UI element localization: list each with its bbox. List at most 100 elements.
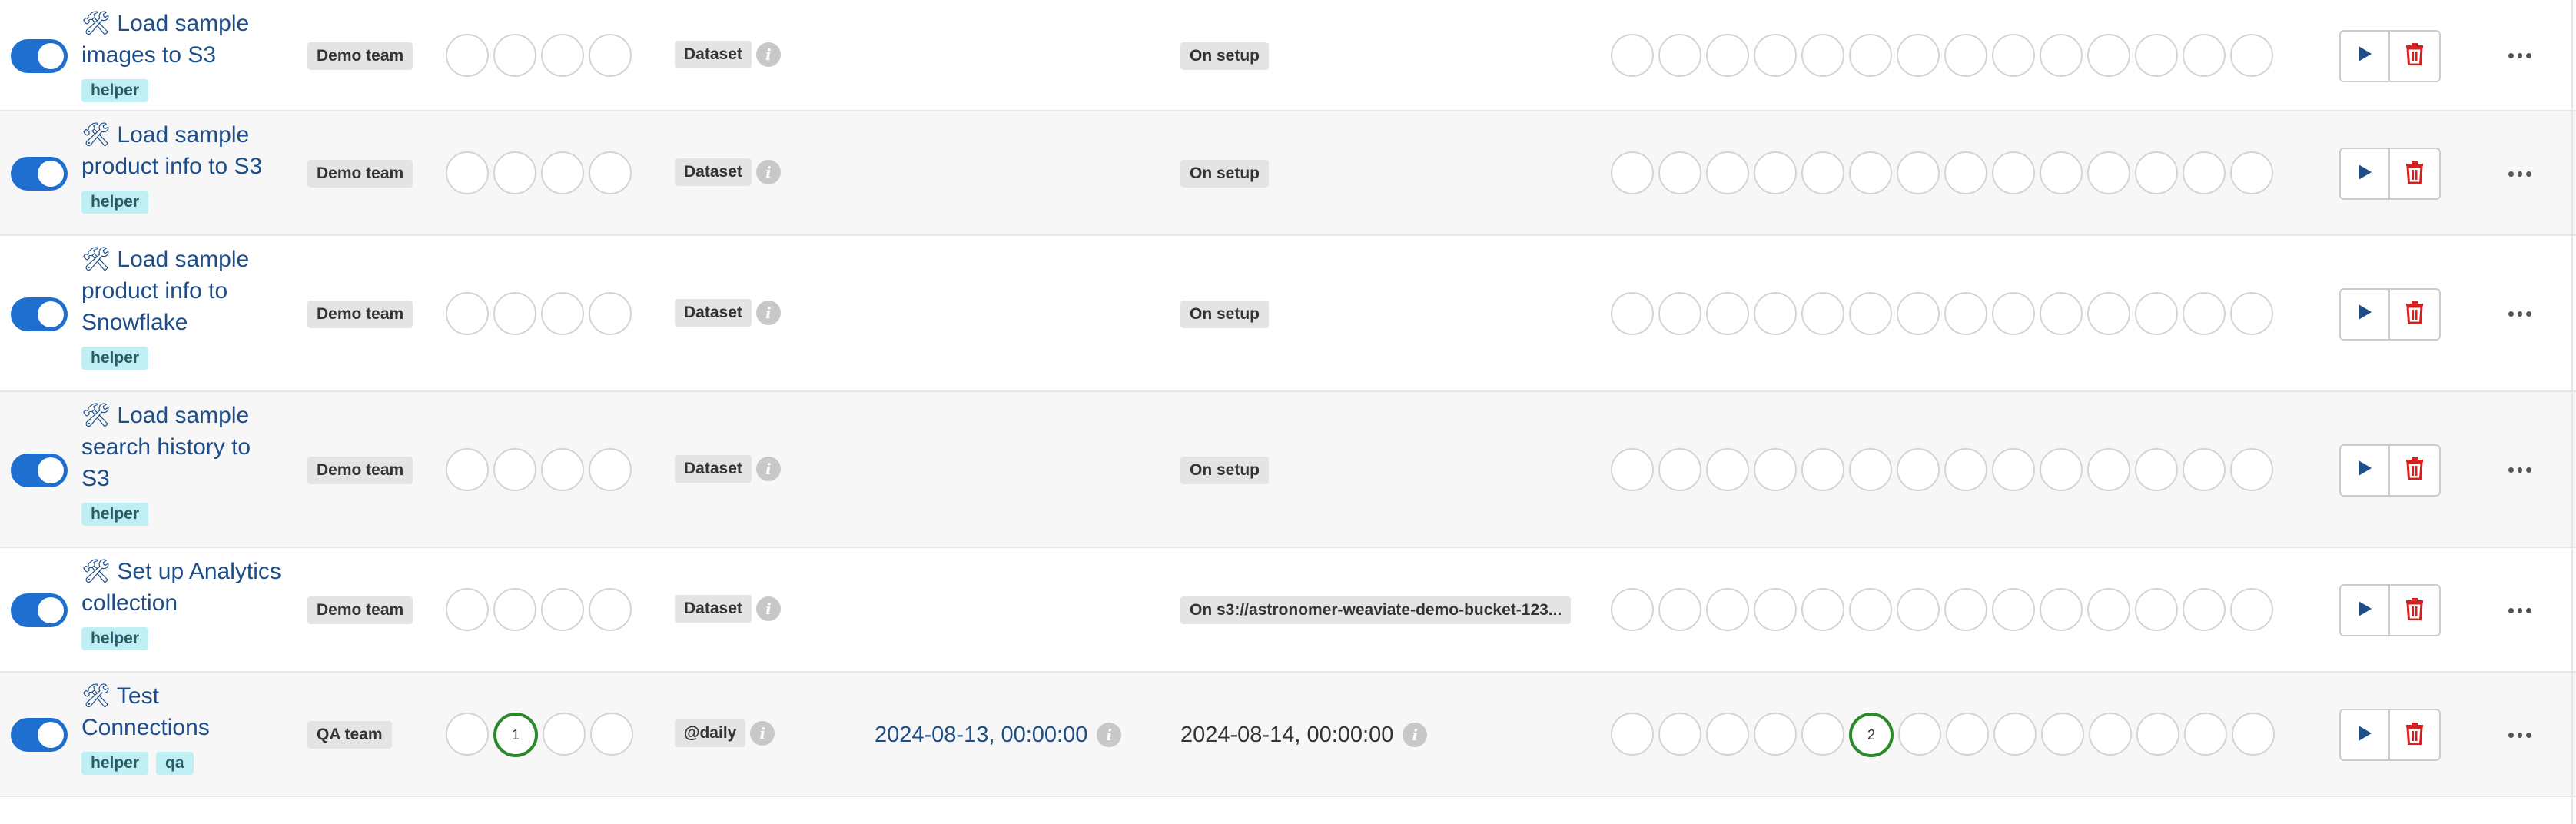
dag-toggle[interactable]	[11, 157, 68, 191]
info-icon[interactable]: i	[750, 721, 775, 746]
task-status-circle[interactable]	[1658, 447, 1701, 491]
more-horizontal-icon[interactable]	[2508, 731, 2532, 739]
task-status-circle[interactable]: 2	[1849, 713, 1894, 757]
task-status-circle[interactable]	[1611, 447, 1654, 491]
task-status-circle[interactable]	[1658, 588, 1701, 631]
run-status-circle[interactable]	[589, 588, 632, 631]
task-status-circle[interactable]	[2087, 33, 2130, 77]
task-status-circle[interactable]	[2087, 588, 2130, 631]
run-status-circle[interactable]	[446, 151, 489, 194]
info-icon[interactable]: i	[755, 160, 781, 184]
task-status-circle[interactable]	[1658, 713, 1701, 756]
task-status-circle[interactable]	[2230, 33, 2273, 77]
run-status-circle[interactable]	[446, 33, 489, 77]
tag-badge[interactable]: helper	[81, 627, 149, 650]
task-status-circle[interactable]	[1611, 151, 1654, 194]
delete-dag-button[interactable]	[2390, 148, 2441, 200]
task-status-circle[interactable]	[1706, 151, 1749, 194]
tag-badge[interactable]: helper	[81, 191, 149, 214]
task-status-circle[interactable]	[2087, 447, 2130, 491]
task-status-circle[interactable]	[2087, 151, 2130, 194]
task-status-circle[interactable]	[1944, 447, 1987, 491]
task-status-circle[interactable]	[1611, 33, 1654, 77]
task-status-circle[interactable]	[2135, 447, 2178, 491]
task-status-circle[interactable]	[1944, 33, 1987, 77]
task-status-circle[interactable]	[1706, 588, 1749, 631]
trigger-dag-button[interactable]	[2339, 287, 2390, 341]
more-horizontal-icon[interactable]	[2508, 52, 2532, 60]
scrollbar-track[interactable]	[2571, 0, 2573, 824]
run-status-circle[interactable]	[493, 33, 536, 77]
trigger-dag-button[interactable]	[2339, 29, 2390, 82]
tag-badge[interactable]: helper	[81, 79, 149, 102]
task-status-circle[interactable]	[2230, 447, 2273, 491]
trigger-dag-button[interactable]	[2339, 444, 2390, 497]
run-status-circle[interactable]	[543, 713, 586, 756]
task-status-circle[interactable]	[1801, 588, 1844, 631]
owner-badge[interactable]: Demo team	[307, 456, 413, 484]
tag-badge[interactable]: qa	[156, 752, 194, 775]
owner-badge[interactable]: Demo team	[307, 596, 413, 624]
task-status-circle[interactable]	[1897, 291, 1940, 335]
run-status-circle[interactable]	[541, 447, 584, 491]
more-horizontal-icon[interactable]	[2508, 606, 2532, 614]
dag-toggle[interactable]	[11, 453, 68, 487]
task-status-circle[interactable]	[1801, 151, 1844, 194]
run-status-circle[interactable]	[589, 151, 632, 194]
task-status-circle[interactable]	[1801, 713, 1844, 756]
dag-name-link[interactable]: 🛠 Load sample product info to S3 helper	[81, 119, 304, 215]
owner-badge[interactable]: Demo team	[307, 300, 413, 328]
info-icon[interactable]: i	[755, 300, 781, 325]
task-status-circle[interactable]	[2183, 447, 2226, 491]
task-status-circle[interactable]	[2041, 713, 2084, 756]
task-status-circle[interactable]	[1897, 447, 1940, 491]
task-status-circle[interactable]	[2040, 447, 2083, 491]
task-status-circle[interactable]	[1611, 291, 1654, 335]
task-status-circle[interactable]	[2230, 151, 2273, 194]
info-icon[interactable]: i	[755, 596, 781, 621]
task-status-circle[interactable]	[2040, 151, 2083, 194]
trigger-dag-button[interactable]	[2339, 584, 2390, 636]
task-status-circle[interactable]	[1658, 291, 1701, 335]
task-status-circle[interactable]	[1754, 713, 1797, 756]
task-status-circle[interactable]	[1992, 588, 2035, 631]
run-status-circle[interactable]	[446, 588, 489, 631]
task-status-circle[interactable]	[1754, 33, 1797, 77]
task-status-circle[interactable]	[1849, 151, 1892, 194]
task-status-circle[interactable]	[1944, 588, 1987, 631]
dag-toggle[interactable]	[11, 38, 68, 73]
task-status-circle[interactable]	[2087, 291, 2130, 335]
task-status-circle[interactable]	[1944, 291, 1987, 335]
dag-name-link[interactable]: 🛠 Load sample product info to Snowflake hel…	[81, 244, 304, 371]
info-icon[interactable]: i	[1403, 723, 1428, 747]
dag-toggle[interactable]	[11, 718, 68, 752]
dag-name-link[interactable]: 🛠 Test Connections helper qa	[81, 680, 304, 776]
info-icon[interactable]: i	[755, 42, 781, 67]
tag-badge[interactable]: helper	[81, 503, 149, 526]
run-status-circle[interactable]	[541, 291, 584, 335]
task-status-circle[interactable]	[2135, 291, 2178, 335]
owner-badge[interactable]: Demo team	[307, 42, 413, 70]
more-horizontal-icon[interactable]	[2508, 467, 2532, 474]
run-status-circle[interactable]	[446, 713, 489, 756]
task-status-circle[interactable]	[1992, 151, 2035, 194]
dag-toggle[interactable]	[11, 593, 68, 627]
tag-badge[interactable]: helper	[81, 347, 149, 370]
task-status-circle[interactable]	[2136, 713, 2179, 756]
task-status-circle[interactable]	[1849, 447, 1892, 491]
delete-dag-button[interactable]	[2390, 444, 2441, 497]
task-status-circle[interactable]	[1754, 151, 1797, 194]
owner-badge[interactable]: QA team	[307, 721, 392, 749]
task-status-circle[interactable]	[1897, 151, 1940, 194]
run-status-circle[interactable]	[589, 33, 632, 77]
run-status-circle[interactable]	[493, 447, 536, 491]
task-status-circle[interactable]	[1897, 33, 1940, 77]
more-horizontal-icon[interactable]	[2508, 311, 2532, 318]
delete-dag-button[interactable]	[2390, 287, 2441, 341]
task-status-circle[interactable]	[2232, 713, 2275, 756]
run-status-circle[interactable]	[589, 291, 632, 335]
task-status-circle[interactable]	[1706, 291, 1749, 335]
owner-badge[interactable]: Demo team	[307, 160, 413, 188]
more-horizontal-icon[interactable]	[2508, 170, 2532, 178]
task-status-circle[interactable]	[1706, 33, 1749, 77]
